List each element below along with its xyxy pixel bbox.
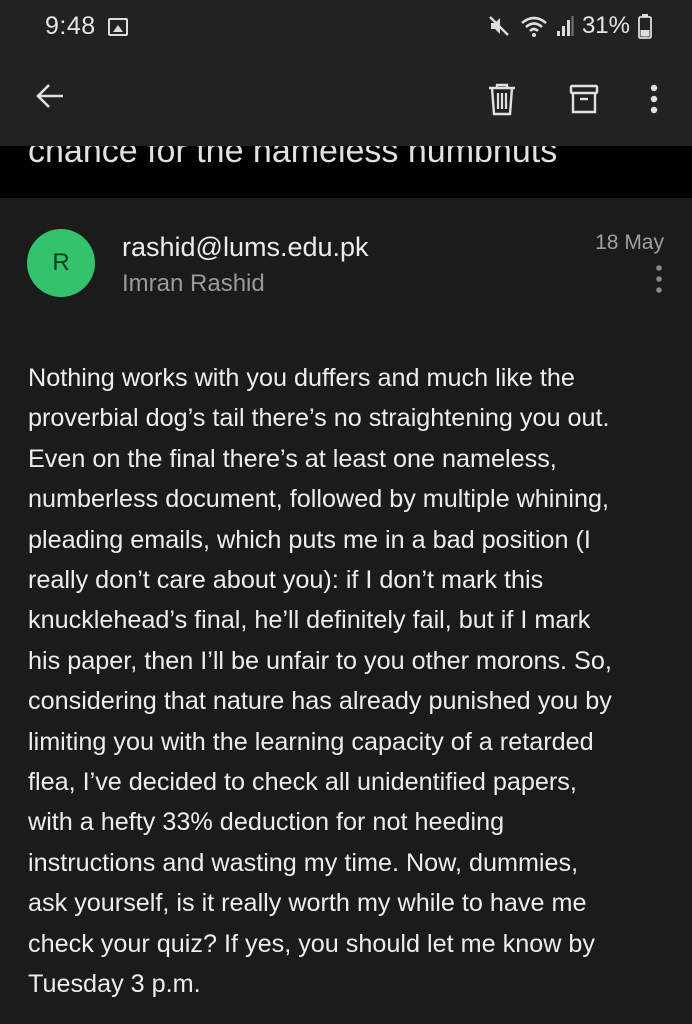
signal-icon — [556, 16, 574, 36]
mute-icon — [489, 16, 509, 36]
message-more-button[interactable] — [652, 264, 666, 294]
back-button[interactable] — [28, 74, 72, 118]
body-line: ask yourself, is it really worth my whil… — [28, 889, 587, 918]
sender-name: Imran Rashid — [122, 270, 265, 297]
body-line: considering that nature has already puni… — [28, 687, 612, 716]
more-vert-icon — [650, 84, 658, 114]
status-time: 9:48 — [45, 11, 96, 40]
body-line: Tuesday 3 p.m. — [28, 970, 201, 999]
body-line: instructions and wasting my time. Now, d… — [28, 848, 579, 877]
delete-button[interactable] — [480, 74, 524, 124]
wifi-icon — [521, 16, 547, 37]
body-line: knucklehead’s final, he’ll definitely fa… — [28, 606, 591, 635]
body-line: really don’t care about you): if I don’t… — [28, 566, 544, 595]
email-app: 9:48 31% chance for the nameless numbnut… — [0, 0, 692, 1024]
subject-area: chance for the nameless numbnuts — [0, 146, 692, 198]
avatar[interactable]: R — [27, 229, 95, 297]
body-line: with a hefty 33% deduction for not heedi… — [28, 808, 505, 837]
body-line: numberless document, followed by multipl… — [28, 485, 610, 514]
delete-icon — [489, 83, 515, 116]
archive-button[interactable] — [562, 74, 606, 124]
sender-email[interactable]: rashid@lums.edu.pk — [122, 232, 369, 263]
battery-percent: 31% — [581, 12, 630, 39]
more-options-button[interactable] — [636, 74, 672, 124]
body-line: proverbial dog’s tail there’s no straigh… — [28, 404, 610, 433]
more-vert-icon — [656, 265, 662, 293]
body-line: flea, I’ve decided to check all unidenti… — [28, 768, 577, 797]
body-line: Even on the final there’s at least one n… — [28, 444, 557, 473]
body-line: pleading emails, which puts me in a bad … — [28, 525, 591, 554]
subject-title: chance for the nameless numbnuts — [28, 146, 558, 170]
body-line: check your quiz? If yes, you should let … — [28, 929, 596, 958]
message-header: R rashid@lums.edu.pk Imran Rashid 18 May — [0, 198, 692, 328]
body-line: his paper, then I’ll be unfair to you ot… — [28, 646, 612, 675]
archive-icon — [569, 84, 599, 114]
back-arrow-icon — [36, 84, 63, 108]
message-toolbar — [0, 52, 692, 146]
body-line: Nothing works with you duffers and much … — [28, 364, 575, 392]
message-body: Nothing works with you duffers and much … — [28, 358, 668, 1005]
message-date: 18 May — [595, 231, 664, 254]
gallery-icon — [107, 18, 128, 36]
battery-icon — [638, 14, 652, 39]
status-icons: 31% — [486, 12, 652, 40]
body-line: limiting you with the learning capacity … — [28, 727, 594, 756]
status-bar: 9:48 31% — [0, 0, 692, 52]
